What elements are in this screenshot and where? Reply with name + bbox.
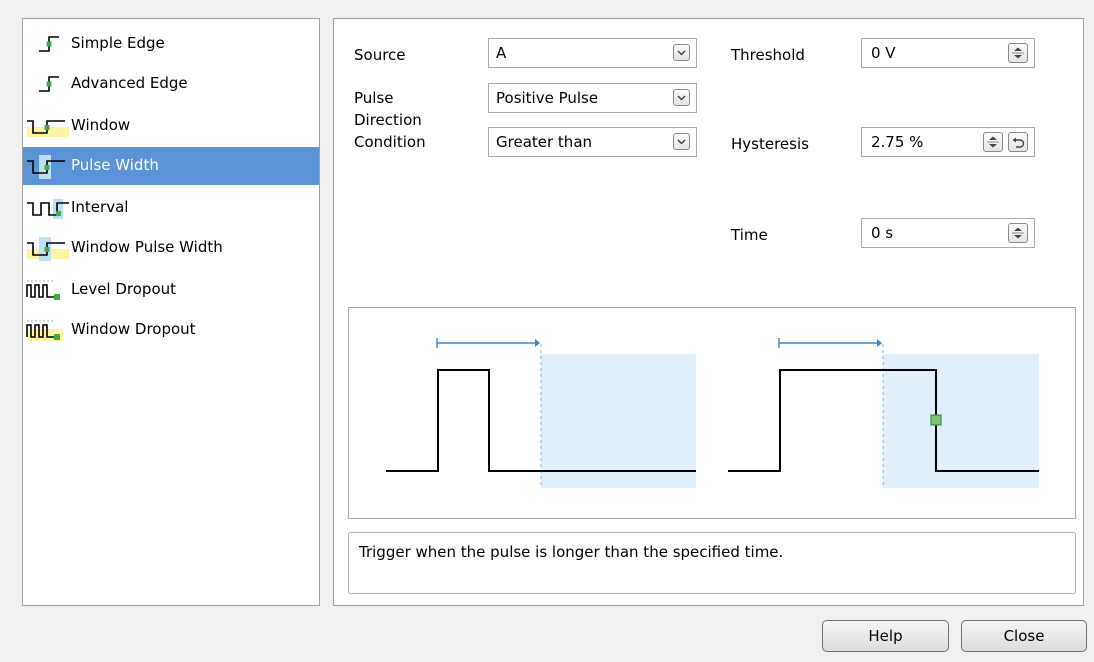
reset-icon[interactable]: [1008, 132, 1028, 152]
threshold-label: Threshold: [731, 46, 805, 64]
time-span-marker: [778, 338, 881, 348]
trigger-item-label: Interval: [71, 198, 129, 216]
threshold-spinbox[interactable]: 0 V: [861, 38, 1035, 68]
trigger-item-label: Pulse Width: [71, 156, 159, 174]
window-dropout-icon: [26, 320, 63, 341]
trigger-item-label: Window: [71, 116, 131, 134]
trigger-description: Trigger when the pulse is longer than th…: [348, 532, 1076, 594]
trigger-point-marker: [930, 414, 942, 426]
trigger-zone: [883, 354, 1039, 488]
level-dropout-icon: [26, 280, 60, 300]
close-button[interactable]: Close: [961, 620, 1087, 652]
simple-edge-icon: [39, 36, 59, 52]
chevron-down-icon[interactable]: [673, 44, 690, 61]
trigger-item-label: Window Pulse Width: [71, 238, 223, 256]
chevron-down-icon[interactable]: [673, 89, 690, 106]
trigger-item-label: Advanced Edge: [71, 74, 188, 92]
trigger-item-window-dropout[interactable]: Window Dropout: [23, 311, 319, 349]
direction-label-line2: Direction: [354, 111, 422, 129]
hysteresis-value: 2.75 %: [871, 133, 924, 151]
spin-arrows-icon[interactable]: [1008, 43, 1028, 63]
chevron-down-icon[interactable]: [673, 133, 690, 150]
source-dropdown[interactable]: A: [488, 38, 697, 68]
trigger-item-window-pulse-width[interactable]: Window Pulse Width: [23, 229, 319, 267]
trigger-item-interval[interactable]: Interval: [23, 189, 319, 227]
direction-label-line1: Pulse: [354, 89, 394, 107]
hysteresis-spinbox[interactable]: 2.75 %: [861, 127, 1035, 157]
interval-icon: [27, 199, 69, 219]
pulse-width-icon: [27, 155, 65, 179]
spin-arrows-icon[interactable]: [983, 132, 1003, 152]
direction-value: Positive Pulse: [496, 89, 599, 107]
trigger-item-level-dropout[interactable]: Level Dropout: [23, 271, 319, 309]
condition-value: Greater than: [496, 133, 593, 151]
condition-label: Condition: [354, 133, 426, 151]
window-pulse-width-icon: [27, 237, 69, 261]
time-spinbox[interactable]: 0 s: [861, 218, 1035, 248]
time-label: Time: [731, 226, 768, 244]
description-text: Trigger when the pulse is longer than th…: [359, 543, 784, 561]
waveform-preview: [348, 307, 1076, 519]
trigger-item-pulse-width[interactable]: Pulse Width: [23, 147, 319, 185]
trigger-item-simple-edge[interactable]: Simple Edge: [23, 25, 319, 63]
help-button[interactable]: Help: [822, 620, 949, 652]
condition-dropdown[interactable]: Greater than: [488, 127, 697, 157]
trigger-item-window[interactable]: Window: [23, 107, 319, 145]
hysteresis-label: Hysteresis: [731, 135, 809, 153]
direction-dropdown[interactable]: Positive Pulse: [488, 83, 697, 113]
time-span-marker: [436, 338, 539, 348]
trigger-item-label: Level Dropout: [71, 280, 177, 298]
time-value: 0 s: [871, 224, 894, 242]
window-icon: [27, 120, 69, 137]
trigger-item-label: Window Dropout: [71, 320, 196, 338]
source-label: Source: [354, 46, 406, 64]
threshold-value: 0 V: [871, 44, 896, 62]
source-value: A: [496, 44, 507, 62]
trigger-type-list: Simple Edge Advanced Edge Window Pulse W…: [22, 18, 320, 606]
trigger-zone: [541, 354, 696, 488]
spin-arrows-icon[interactable]: [1008, 223, 1028, 243]
trigger-item-label: Simple Edge: [71, 34, 165, 52]
advanced-edge-icon: [39, 76, 59, 92]
trigger-item-advanced-edge[interactable]: Advanced Edge: [23, 65, 319, 103]
pulse-width-diagram: [386, 338, 1039, 488]
